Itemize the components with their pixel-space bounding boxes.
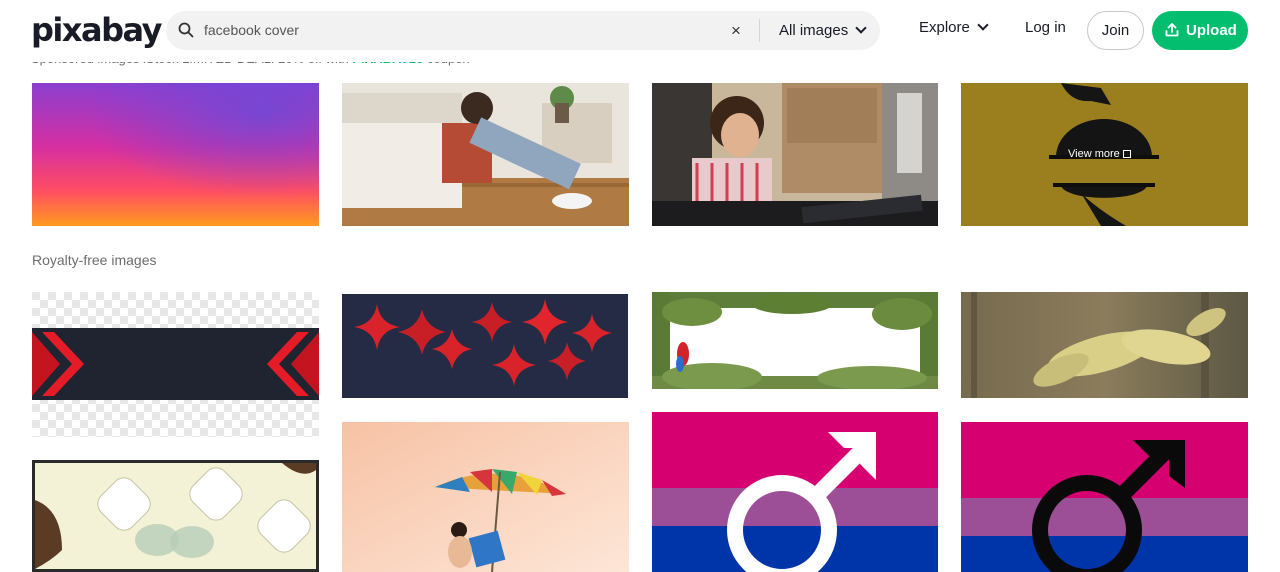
image-tile[interactable]	[342, 422, 629, 572]
media-type-label: All images	[779, 22, 849, 39]
pixabay-logo[interactable]: pixabay	[31, 12, 162, 48]
image-tile[interactable]	[32, 460, 319, 572]
red-black-banner-image	[32, 292, 319, 437]
upload-label: Upload	[1186, 22, 1237, 39]
image-tile[interactable]	[652, 412, 938, 572]
view-more-label: View more	[1068, 148, 1120, 160]
image-tile[interactable]	[342, 294, 628, 398]
clear-search-icon[interactable]: ×	[726, 21, 746, 41]
image-tile[interactable]	[961, 422, 1248, 572]
image-tile[interactable]	[961, 292, 1248, 398]
upload-icon	[1165, 23, 1179, 37]
chevron-down-icon	[855, 22, 867, 34]
top-bar: pixabay × All images Explore Log in Join…	[0, 0, 1280, 62]
section-title: Royalty-free images	[32, 252, 157, 268]
search-input[interactable]	[204, 11, 724, 50]
image-tile[interactable]	[652, 83, 938, 226]
explore-label: Explore	[919, 19, 970, 36]
join-button[interactable]: Join	[1087, 11, 1144, 50]
sad-child-photo	[342, 83, 629, 226]
bisexual-flag-white-symbol-image	[652, 412, 938, 572]
search-icon	[178, 22, 194, 38]
beach-umbrella-image	[342, 422, 629, 572]
gradient-image	[32, 83, 319, 226]
view-more-link[interactable]: View more	[1068, 148, 1131, 160]
fuzzy-blossoms-image	[961, 292, 1248, 398]
leaf-frame-parrot-image	[652, 292, 938, 389]
image-tile[interactable]	[342, 83, 629, 226]
external-link-icon	[1122, 150, 1131, 158]
search-bar: × All images	[166, 11, 880, 50]
chevron-down-icon	[977, 19, 989, 31]
upload-button[interactable]: Upload	[1152, 11, 1248, 50]
bisexual-flag-black-symbol-image	[961, 422, 1248, 572]
image-tile[interactable]	[32, 83, 319, 226]
search-divider	[759, 19, 760, 42]
image-tile[interactable]	[32, 292, 319, 437]
butterfly-frame-image	[32, 460, 319, 572]
girl-covering-face-photo	[652, 83, 938, 226]
red-stars-pattern-image	[342, 294, 628, 398]
image-tile[interactable]	[652, 292, 938, 389]
media-type-dropdown[interactable]: All images	[779, 11, 867, 50]
login-link[interactable]: Log in	[1025, 19, 1066, 36]
explore-menu[interactable]: Explore	[919, 19, 989, 36]
